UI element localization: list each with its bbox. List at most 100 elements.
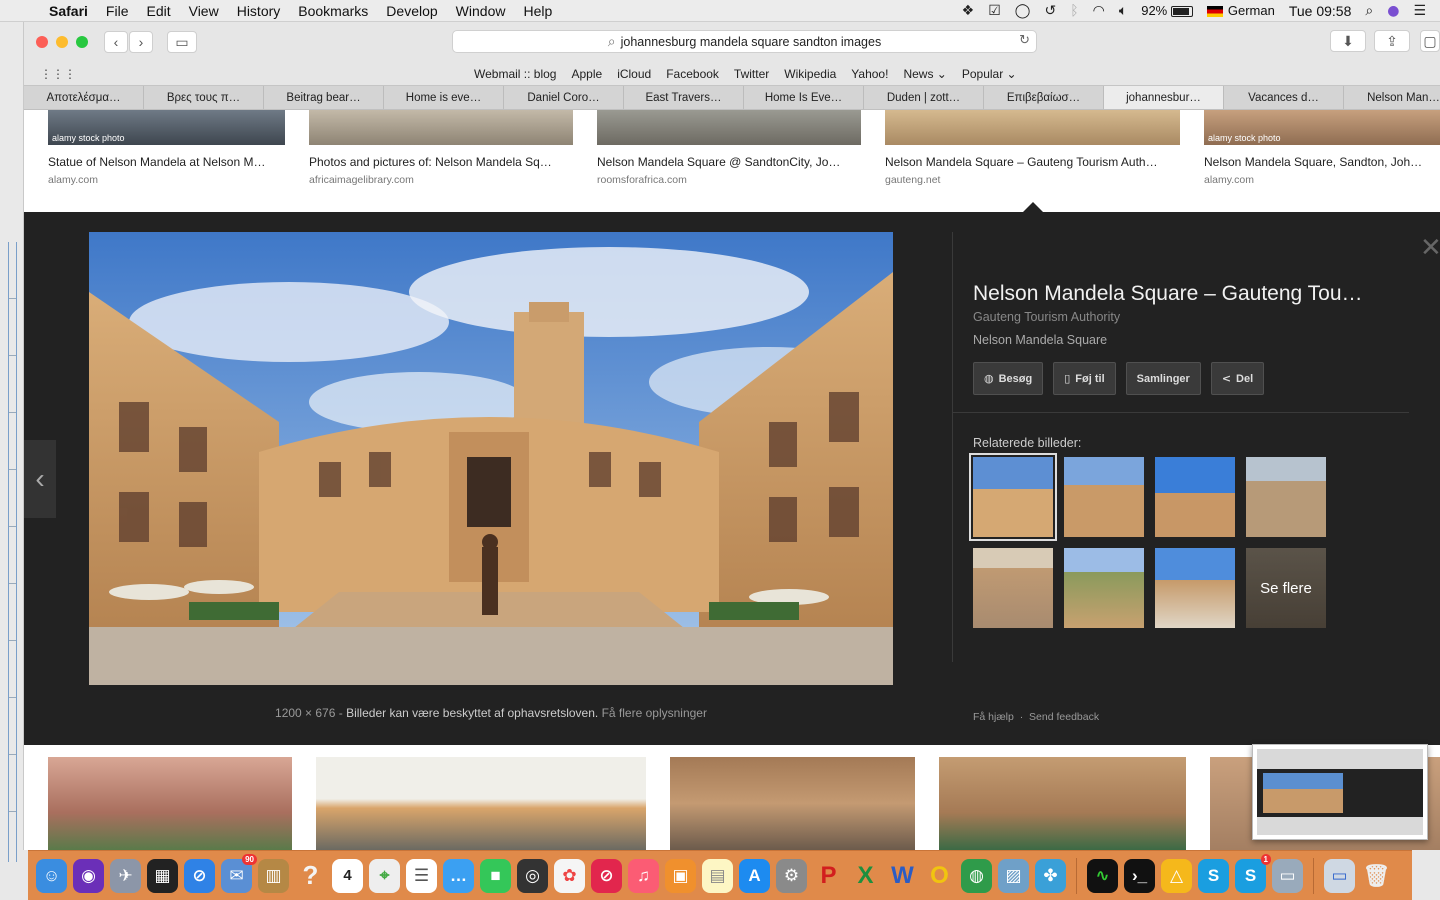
finder-icon[interactable]: ☺	[36, 858, 67, 893]
result-thumbnail[interactable]	[48, 757, 292, 850]
powerpoint-icon[interactable]: P	[813, 859, 844, 893]
time-machine-icon[interactable]: ↺	[1044, 3, 1056, 19]
battery-status[interactable]: 92%	[1141, 3, 1193, 18]
spotlight-icon[interactable]: ⌕	[1365, 3, 1373, 19]
menu-file[interactable]: File	[97, 3, 138, 19]
result-thumbnail[interactable]	[316, 757, 646, 850]
address-bar[interactable]: ⌕ johannesburg mandela square sandton im…	[452, 30, 1037, 53]
tab[interactable]: East Travers…	[624, 86, 744, 109]
result-title[interactable]: Nelson Mandela Square – Gauteng Tourism …	[885, 155, 1180, 169]
result-card[interactable]: Photos and pictures of: Nelson Mandela S…	[309, 110, 573, 186]
related-image[interactable]	[1155, 548, 1235, 628]
tabs-overview-button[interactable]: ▢	[1420, 30, 1440, 52]
menu-history[interactable]: History	[228, 3, 290, 19]
image-capture-icon[interactable]: ▭	[1272, 858, 1303, 893]
result-thumbnail[interactable]	[670, 757, 915, 850]
music-icon[interactable]: ♫	[628, 858, 659, 893]
tab[interactable]: Beitrag bear…	[264, 86, 384, 109]
previous-image-button[interactable]: ‹	[24, 440, 56, 518]
terminal-icon[interactable]: ›_	[1124, 858, 1155, 893]
fav-news[interactable]: News ⌄	[903, 67, 946, 81]
volume-icon[interactable]: 🔈︎	[1119, 3, 1127, 19]
help-app-icon[interactable]: ?	[295, 859, 326, 893]
fav-icloud[interactable]: iCloud	[617, 67, 651, 81]
notification-icon[interactable]: ◯	[1015, 3, 1031, 19]
outlook-icon[interactable]: O	[924, 859, 955, 893]
menu-view[interactable]: View	[180, 3, 228, 19]
fav-wikipedia[interactable]: Wikipedia	[784, 67, 836, 81]
menu-develop[interactable]: Develop	[377, 3, 446, 19]
downloads-button[interactable]: ⬇	[1330, 30, 1366, 52]
related-image[interactable]	[1064, 457, 1144, 537]
mail-icon[interactable]: ✉ 90	[221, 853, 257, 893]
forward-button[interactable]: ›	[129, 31, 153, 53]
result-thumbnail[interactable]	[939, 757, 1186, 850]
feedback-link[interactable]: Send feedback	[1029, 711, 1099, 723]
mission-control-icon[interactable]: ▦	[147, 858, 178, 893]
result-title[interactable]: Nelson Mandela Square @ SandtonCity, Jo…	[597, 155, 861, 169]
messages-icon[interactable]: …	[443, 858, 474, 893]
bluetooth-icon[interactable]: ᛒ	[1070, 3, 1078, 19]
result-card[interactable]: Nelson Mandela Square @ SandtonCity, Jo……	[597, 110, 861, 186]
calendar-icon[interactable]: 4	[332, 858, 363, 893]
photo-booth-icon[interactable]: ◎	[517, 858, 548, 893]
visit-button[interactable]: ◍ Besøg	[973, 362, 1044, 395]
fav-apple[interactable]: Apple	[571, 67, 602, 81]
share-button[interactable]: ⇪	[1374, 30, 1410, 52]
tab[interactable]: Home is eve…	[384, 86, 504, 109]
more-info-link[interactable]: Få flere oplysninger	[602, 706, 707, 720]
screenshot-thumbnail-preview[interactable]	[1252, 744, 1428, 840]
notes-icon[interactable]: ▤	[702, 858, 733, 893]
maps-icon[interactable]: ⌖	[369, 858, 400, 893]
zoom-window-button[interactable]	[76, 36, 88, 48]
clock[interactable]: Tue 09:58	[1289, 3, 1352, 19]
photos-icon[interactable]: ✿	[554, 858, 585, 893]
top-sites-icon[interactable]: ⋮⋮⋮	[40, 67, 76, 81]
menu-help[interactable]: Help	[514, 3, 561, 19]
system-preferences-icon[interactable]: ⚙	[776, 858, 807, 893]
result-title[interactable]: Photos and pictures of: Nelson Mandela S…	[309, 155, 573, 169]
input-source[interactable]: German	[1206, 3, 1275, 18]
activity-monitor-icon[interactable]: ∿	[1087, 858, 1118, 893]
news-icon[interactable]: ⊘	[591, 858, 622, 893]
image-title[interactable]: Nelson Mandela Square – Gauteng Tou…	[973, 282, 1393, 306]
app-store-icon[interactable]: A	[739, 858, 770, 893]
tab[interactable]: Duden | zott…	[864, 86, 984, 109]
excel-icon[interactable]: X	[850, 859, 881, 893]
downloads-stack-icon[interactable]: ▭	[1324, 858, 1355, 893]
trash-icon[interactable]: 🗑︎	[1361, 859, 1392, 893]
result-card[interactable]: alamy stock photo Statue of Nelson Mande…	[48, 110, 285, 186]
menu-app-name[interactable]: Safari	[40, 3, 97, 19]
tab[interactable]: Nelson Man…	[1344, 86, 1440, 109]
sidebar-toggle-button[interactable]: ▭	[167, 31, 197, 53]
family-icon[interactable]: ✤	[1035, 858, 1066, 893]
close-window-button[interactable]	[36, 36, 48, 48]
wifi-icon[interactable]: ◠	[1093, 3, 1105, 19]
minimize-window-button[interactable]	[56, 36, 68, 48]
tab[interactable]: Home Is Eve…	[744, 86, 864, 109]
safari-dock-icon[interactable]: ⊘	[184, 858, 215, 893]
warning-app-icon[interactable]: △	[1161, 858, 1192, 893]
siri-dock-icon[interactable]: ◉	[73, 858, 104, 893]
main-image[interactable]	[89, 232, 893, 685]
menu-window[interactable]: Window	[447, 3, 515, 19]
menu-bookmarks[interactable]: Bookmarks	[289, 3, 377, 19]
fav-facebook[interactable]: Facebook	[666, 67, 719, 81]
reload-icon[interactable]: ↻	[1019, 33, 1030, 48]
contacts-icon[interactable]: ▥	[258, 858, 289, 893]
skype-icon[interactable]: S	[1198, 858, 1229, 893]
see-more-button[interactable]: Se flere	[1246, 548, 1326, 628]
fav-yahoo[interactable]: Yahoo!	[851, 67, 888, 81]
siri-icon[interactable]: ●	[1387, 3, 1399, 19]
tab-active[interactable]: johannesbur…	[1104, 86, 1224, 109]
preview-icon[interactable]: ▨	[998, 858, 1029, 893]
back-button[interactable]: ‹	[104, 31, 128, 53]
tab[interactable]: Βρες τους π…	[144, 86, 264, 109]
fav-twitter[interactable]: Twitter	[734, 67, 769, 81]
related-image[interactable]	[1246, 457, 1326, 537]
result-title[interactable]: Statue of Nelson Mandela at Nelson M…	[48, 155, 285, 169]
related-image[interactable]	[973, 548, 1053, 628]
fav-popular[interactable]: Popular ⌄	[962, 67, 1017, 81]
related-image[interactable]	[1064, 548, 1144, 628]
result-title[interactable]: Nelson Mandela Square, Sandton, Joh…	[1204, 155, 1440, 169]
